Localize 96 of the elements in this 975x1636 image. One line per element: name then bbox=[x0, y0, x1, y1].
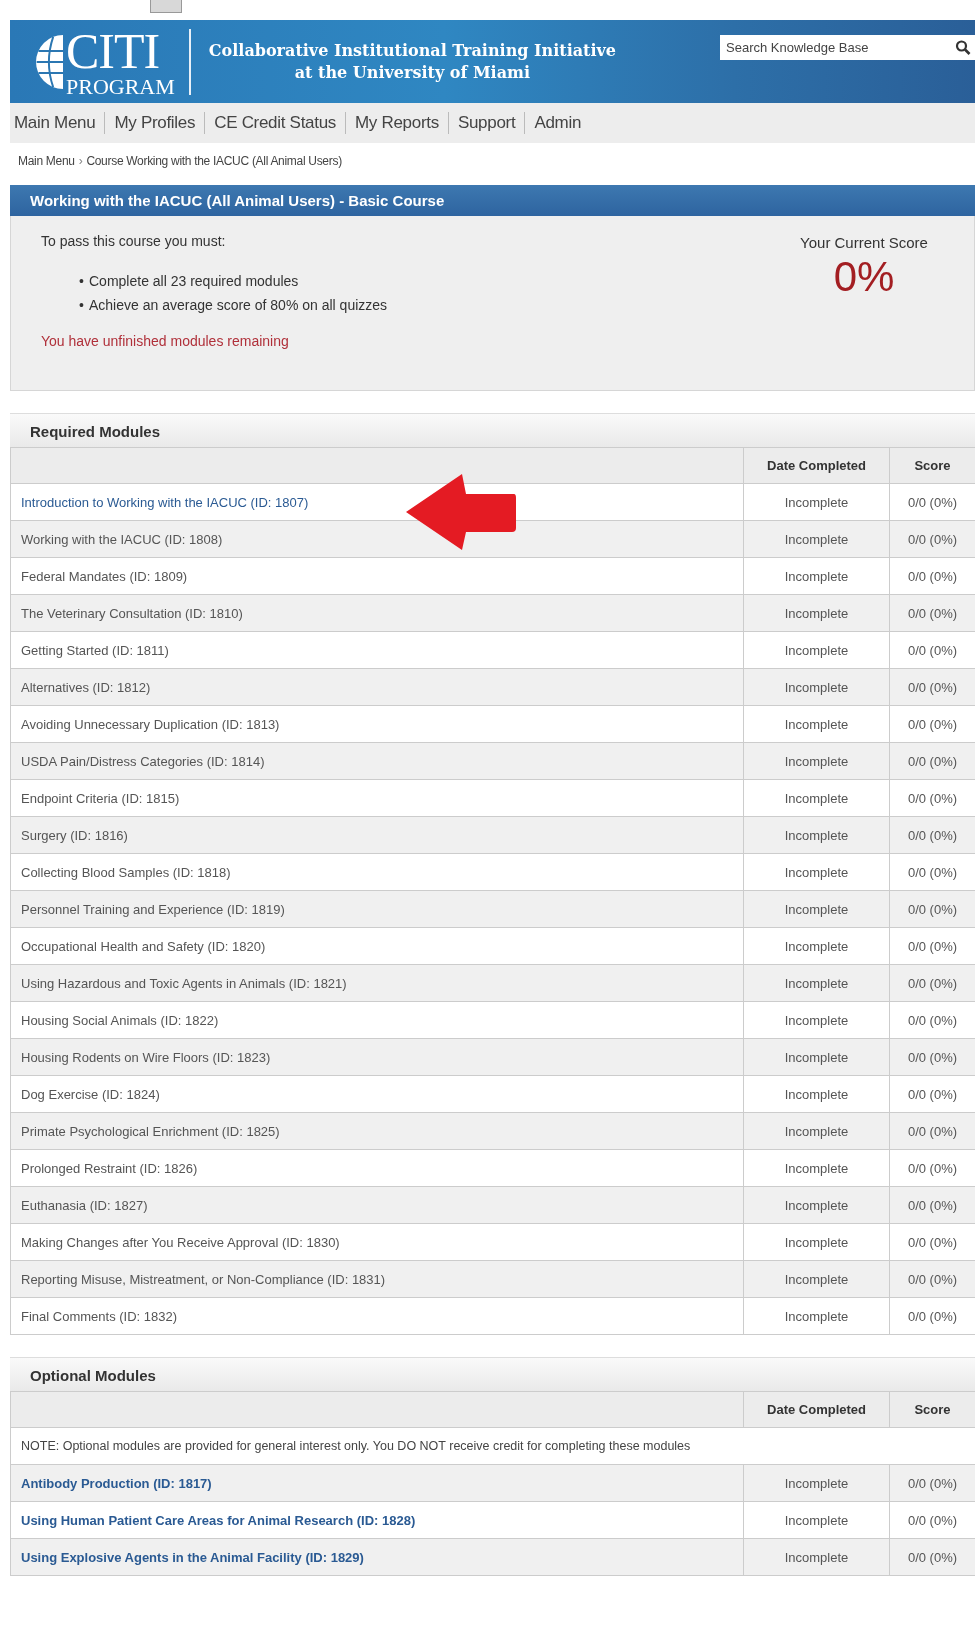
module-name: Housing Social Animals (ID: 1822) bbox=[21, 1012, 219, 1028]
date-cell: Incomplete bbox=[743, 705, 890, 743]
score-cell: 0/0 (0%) bbox=[889, 1464, 975, 1502]
module-name: Personnel Training and Experience (ID: 1819) bbox=[21, 901, 285, 917]
module-name: USDA Pain/Distress Categories (ID: 1814) bbox=[21, 753, 265, 769]
date-cell: Incomplete bbox=[743, 1038, 890, 1076]
date-cell: Incomplete bbox=[743, 1464, 890, 1502]
module-name: Avoiding Unnecessary Duplication (ID: 1813) bbox=[21, 716, 280, 732]
search-field[interactable]: Search Knowledge Base bbox=[720, 35, 951, 60]
score-cell: 0/0 (0%) bbox=[889, 1260, 975, 1298]
score-cell: 0/0 (0%) bbox=[889, 742, 975, 780]
score-value: 0% bbox=[832, 253, 896, 301]
module-name: Federal Mandates (ID: 1809) bbox=[21, 568, 188, 584]
module-name: Getting Started (ID: 1811) bbox=[21, 642, 169, 658]
score-cell: 0/0 (0%) bbox=[889, 668, 975, 706]
score-cell: 0/0 (0%) bbox=[889, 964, 975, 1002]
tagline-text: Collaborative Institutional Training Initiative bbox=[208, 39, 616, 62]
date-cell: Incomplete bbox=[743, 853, 890, 891]
module-name: Reporting Misuse, Mistreatment, or Non-Compliance (ID: 1831) bbox=[21, 1271, 386, 1287]
date-cell: Incomplete bbox=[743, 1149, 890, 1187]
module-link[interactable]: Introduction to Working with the IACUC (ID: 1807) bbox=[21, 494, 309, 510]
globe-icon bbox=[36, 34, 63, 89]
breadcrumb-separator: › bbox=[78, 154, 83, 168]
date-cell: Incomplete bbox=[743, 594, 890, 632]
nav-link[interactable]: CE Credit Status bbox=[204, 112, 345, 134]
date-cell: Incomplete bbox=[743, 890, 890, 928]
section-header: Optional Modules bbox=[10, 1358, 975, 1391]
module-name: The Veterinary Consultation (ID: 1810) bbox=[21, 605, 243, 621]
tagline-text: at the University of Miami bbox=[293, 61, 532, 84]
score-cell: 0/0 (0%) bbox=[889, 1186, 975, 1224]
date-cell: Incomplete bbox=[743, 1112, 890, 1150]
nav-link[interactable]: Support bbox=[447, 112, 525, 134]
requirement-item: Complete all 23 required modules bbox=[89, 272, 299, 291]
date-cell: Incomplete bbox=[743, 1260, 890, 1298]
date-cell: Incomplete bbox=[743, 1223, 890, 1261]
score-cell: 0/0 (0%) bbox=[889, 1538, 975, 1576]
date-cell: Incomplete bbox=[743, 1297, 890, 1335]
module-name: Euthanasia (ID: 1827) bbox=[21, 1197, 148, 1213]
date-cell: Incomplete bbox=[743, 1001, 890, 1039]
score-label: Your Current Score bbox=[799, 234, 929, 251]
column-header: Score bbox=[889, 1391, 975, 1428]
date-cell: Incomplete bbox=[743, 1186, 890, 1224]
date-cell: Incomplete bbox=[743, 964, 890, 1002]
date-cell: Incomplete bbox=[743, 1501, 890, 1539]
column-header: Score bbox=[889, 447, 975, 484]
date-cell: Incomplete bbox=[743, 557, 890, 595]
column-header: Date Completed bbox=[743, 447, 890, 484]
module-name: Final Comments (ID: 1832) bbox=[21, 1308, 178, 1324]
score-cell: 0/0 (0%) bbox=[889, 594, 975, 632]
nav-link[interactable]: My Profiles bbox=[104, 112, 205, 134]
column-header: Date Completed bbox=[743, 1391, 890, 1428]
nav-link[interactable]: Admin bbox=[524, 112, 591, 134]
breadcrumb-current: Course Working with the IACUC (All Animal Users) bbox=[86, 154, 342, 168]
list-bullet: • bbox=[79, 296, 85, 315]
module-name: Alternatives (ID: 1812) bbox=[21, 679, 151, 695]
module-name: Endpoint Criteria (ID: 1815) bbox=[21, 790, 180, 806]
date-cell: Incomplete bbox=[743, 927, 890, 965]
date-cell: Incomplete bbox=[743, 779, 890, 817]
score-cell: 0/0 (0%) bbox=[889, 816, 975, 854]
list-bullet: • bbox=[79, 272, 85, 291]
score-cell: 0/0 (0%) bbox=[889, 1038, 975, 1076]
module-name: Prolonged Restraint (ID: 1826) bbox=[21, 1160, 198, 1176]
module-link[interactable]: Antibody Production (ID: 1817) bbox=[21, 1475, 212, 1491]
module-name: Occupational Health and Safety (ID: 1820) bbox=[21, 938, 266, 954]
date-cell: Incomplete bbox=[743, 742, 890, 780]
module-name: Collecting Blood Samples (ID: 1818) bbox=[21, 864, 231, 880]
search-icon[interactable] bbox=[951, 35, 975, 60]
course-title-bar: Working with the IACUC (All Animal Users) - Basic Course bbox=[10, 185, 975, 216]
requirement-item: Achieve an average score of 80% on all quizzes bbox=[89, 296, 388, 315]
module-name: Making Changes after You Receive Approval (ID: 1830) bbox=[21, 1234, 340, 1250]
date-cell: Incomplete bbox=[743, 816, 890, 854]
breadcrumb-link[interactable]: Main Menu bbox=[18, 154, 75, 168]
nav-link[interactable]: Main Menu bbox=[10, 112, 105, 134]
warning-text: You have unfinished modules remaining bbox=[41, 333, 290, 349]
module-name: Primate Psychological Enrichment (ID: 1825) bbox=[21, 1123, 280, 1139]
logo-title: CITI bbox=[66, 25, 161, 76]
note-text: NOTE: Optional modules are provided for general interest only. You DO NOT receive credit for completing these modules bbox=[10, 1427, 975, 1465]
requirements-intro: To pass this course you must: bbox=[41, 233, 227, 249]
score-cell: 0/0 (0%) bbox=[889, 890, 975, 928]
date-cell: Incomplete bbox=[743, 1538, 890, 1576]
module-name: Working with the IACUC (ID: 1808) bbox=[21, 531, 223, 547]
section-header: Required Modules bbox=[10, 414, 975, 447]
date-cell: Incomplete bbox=[743, 483, 890, 521]
module-name: Dog Exercise (ID: 1824) bbox=[21, 1086, 160, 1102]
nav-link[interactable]: My Reports bbox=[345, 112, 448, 134]
module-name: Using Hazardous and Toxic Agents in Animals (ID: 1821) bbox=[21, 975, 347, 991]
module-name: Housing Rodents on Wire Floors (ID: 1823) bbox=[21, 1049, 271, 1065]
date-cell: Incomplete bbox=[743, 668, 890, 706]
logo-subtitle: PROGRAM bbox=[66, 75, 175, 98]
date-cell: Incomplete bbox=[743, 520, 890, 558]
date-cell: Incomplete bbox=[743, 631, 890, 669]
module-name: Surgery (ID: 1816) bbox=[21, 827, 128, 843]
date-cell: Incomplete bbox=[743, 1075, 890, 1113]
score-cell: 0/0 (0%) bbox=[889, 520, 975, 558]
score-cell: 0/0 (0%) bbox=[889, 1112, 975, 1150]
module-link[interactable]: Using Explosive Agents in the Animal Facility (ID: 1829) bbox=[21, 1549, 364, 1565]
